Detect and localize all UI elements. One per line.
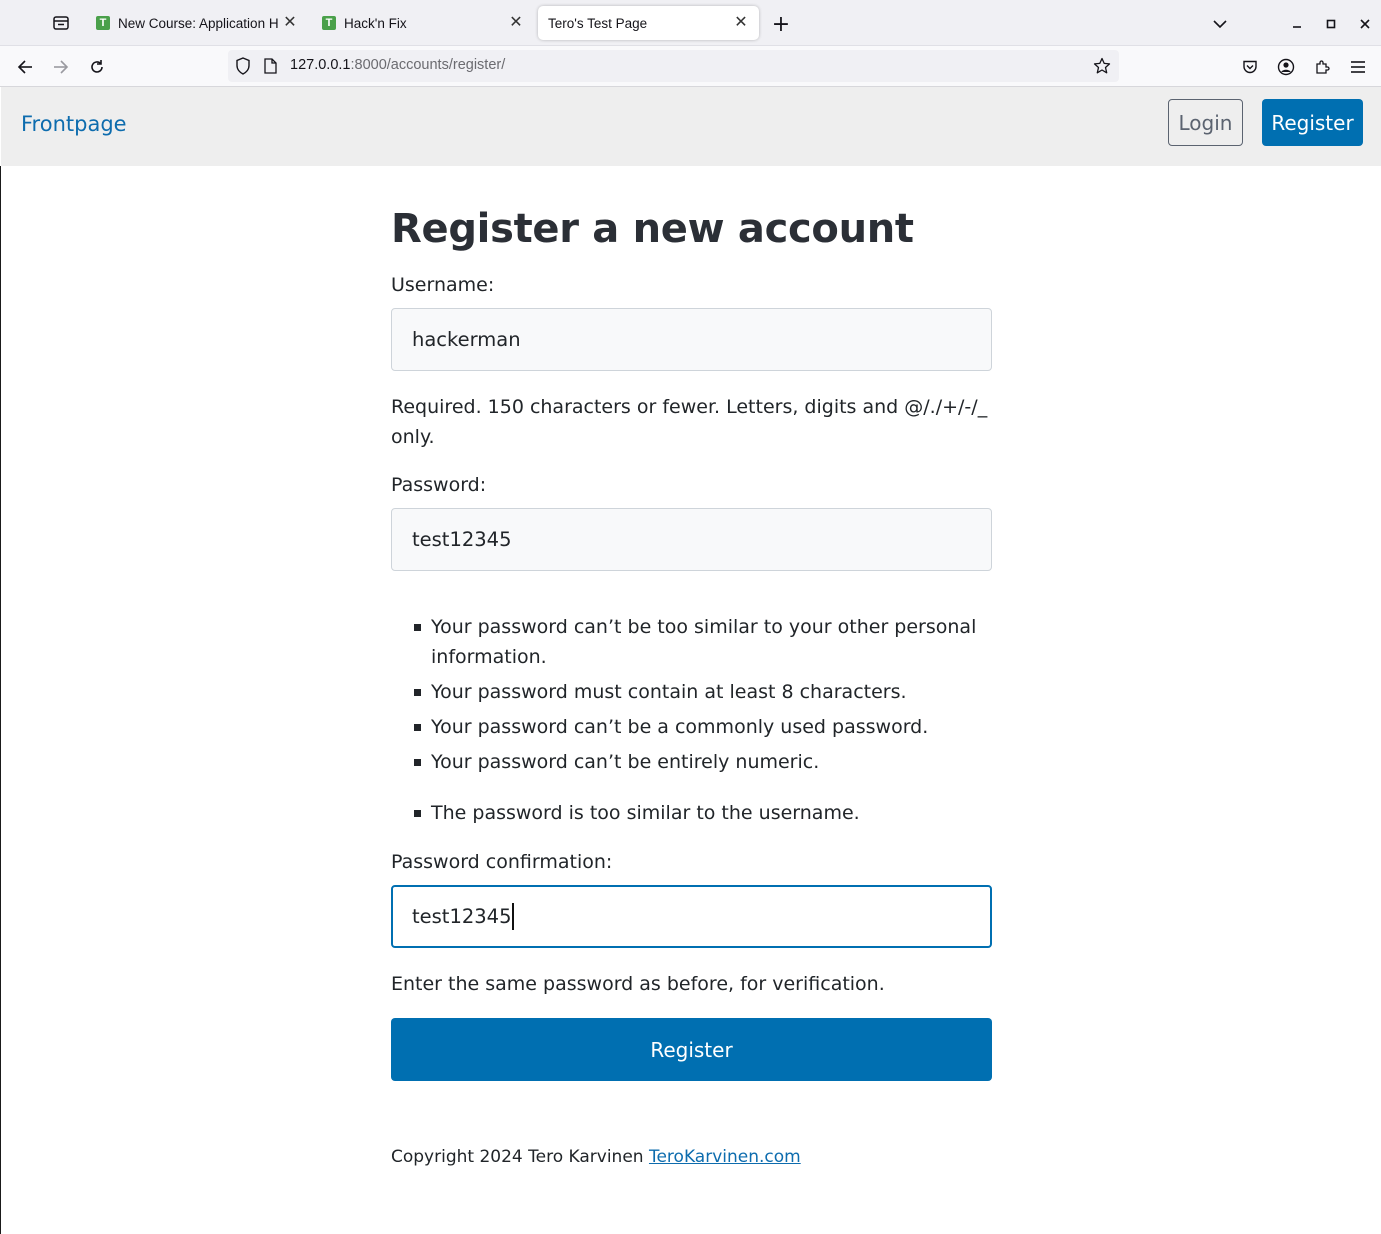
frontpage-link[interactable]: Frontpage xyxy=(21,112,127,136)
tab-title: Tero's Test Page xyxy=(548,15,648,31)
extensions-puzzle-icon[interactable] xyxy=(1307,52,1337,82)
username-input[interactable]: hackerman xyxy=(391,308,992,371)
username-value: hackerman xyxy=(412,328,521,351)
url-path: :8000/accounts/register/ xyxy=(350,57,506,73)
password-value: test12345 xyxy=(412,528,512,551)
page-title: Register a new account xyxy=(391,206,914,252)
bookmark-star-icon[interactable] xyxy=(1093,57,1111,79)
text-caret xyxy=(512,903,515,930)
footer: Copyright 2024 Tero Karvinen TeroKarvine… xyxy=(391,1147,801,1167)
browser-tab-hackn-fix[interactable]: T Hack'n Fix ✕ xyxy=(312,6,534,40)
browser-tab-bar: T New Course: Application H ✕ T Hack'n F… xyxy=(0,0,1381,46)
account-icon[interactable] xyxy=(1271,52,1301,82)
site-header: Frontpage Login Register xyxy=(1,87,1381,166)
browser-nav-bar: 127.0.0.1:8000/accounts/register/ xyxy=(0,46,1381,87)
username-help-text: Required. 150 characters or fewer. Lette… xyxy=(391,396,988,448)
password-error-item: The password is too similar to the usern… xyxy=(391,798,992,828)
password-confirmation-input[interactable]: test12345 xyxy=(391,885,992,948)
password-confirmation-help-text: Enter the same password as before, for v… xyxy=(391,973,885,995)
register-nav-button[interactable]: Register xyxy=(1262,99,1363,146)
close-tab-icon[interactable]: ✕ xyxy=(282,15,298,31)
close-window-icon[interactable] xyxy=(1352,10,1378,38)
new-tab-icon[interactable]: + xyxy=(767,10,795,38)
register-submit-button[interactable]: Register xyxy=(391,1018,992,1081)
forward-arrow-icon[interactable] xyxy=(46,52,76,82)
url-host: 127.0.0.1 xyxy=(290,57,351,73)
copyright-text: Copyright 2024 Tero Karvinen xyxy=(391,1147,644,1167)
login-button[interactable]: Login xyxy=(1168,99,1243,146)
terokarvinen-link[interactable]: TeroKarvinen.com xyxy=(649,1147,801,1167)
username-label: Username: xyxy=(391,274,495,296)
password-rule-item: Your password can’t be a commonly used p… xyxy=(391,712,992,742)
maximize-window-icon[interactable] xyxy=(1318,10,1344,38)
password-label: Password: xyxy=(391,474,487,496)
tracking-protection-shield-icon[interactable] xyxy=(235,57,251,79)
close-tab-icon[interactable]: ✕ xyxy=(508,15,524,31)
browser-tab-new-course[interactable]: T New Course: Application H ✕ xyxy=(86,6,308,40)
site-favicon-icon: T xyxy=(96,16,110,30)
url-text[interactable]: 127.0.0.1:8000/accounts/register/ xyxy=(290,57,505,73)
close-tab-icon[interactable]: ✕ xyxy=(733,15,749,31)
hamburger-menu-icon[interactable] xyxy=(1343,52,1373,82)
firefox-view-icon[interactable] xyxy=(45,8,77,38)
list-all-tabs-chevron-down-icon[interactable] xyxy=(1206,10,1234,38)
tab-title: New Course: Application H xyxy=(118,15,279,31)
browser-tab-teros-test-page[interactable]: Tero's Test Page ✕ xyxy=(538,6,759,40)
back-arrow-icon[interactable] xyxy=(10,52,40,82)
password-rule-item: Your password must contain at least 8 ch… xyxy=(391,677,992,707)
password-rule-item: Your password can’t be entirely numeric. xyxy=(391,747,992,777)
password-confirmation-label: Password confirmation: xyxy=(391,851,613,873)
tab-title: Hack'n Fix xyxy=(344,15,407,31)
page-info-document-icon[interactable] xyxy=(264,58,277,78)
window-left-border xyxy=(0,166,1,1234)
site-favicon-icon: T xyxy=(322,16,336,30)
password-confirmation-value: test12345 xyxy=(412,905,512,928)
pocket-icon[interactable] xyxy=(1235,52,1265,82)
password-rule-item: Your password can’t be too similar to yo… xyxy=(391,612,992,672)
minimize-window-icon[interactable] xyxy=(1284,10,1310,38)
address-bar[interactable]: 127.0.0.1:8000/accounts/register/ xyxy=(228,50,1119,82)
password-input[interactable]: test12345 xyxy=(391,508,992,571)
reload-icon[interactable] xyxy=(82,52,112,82)
